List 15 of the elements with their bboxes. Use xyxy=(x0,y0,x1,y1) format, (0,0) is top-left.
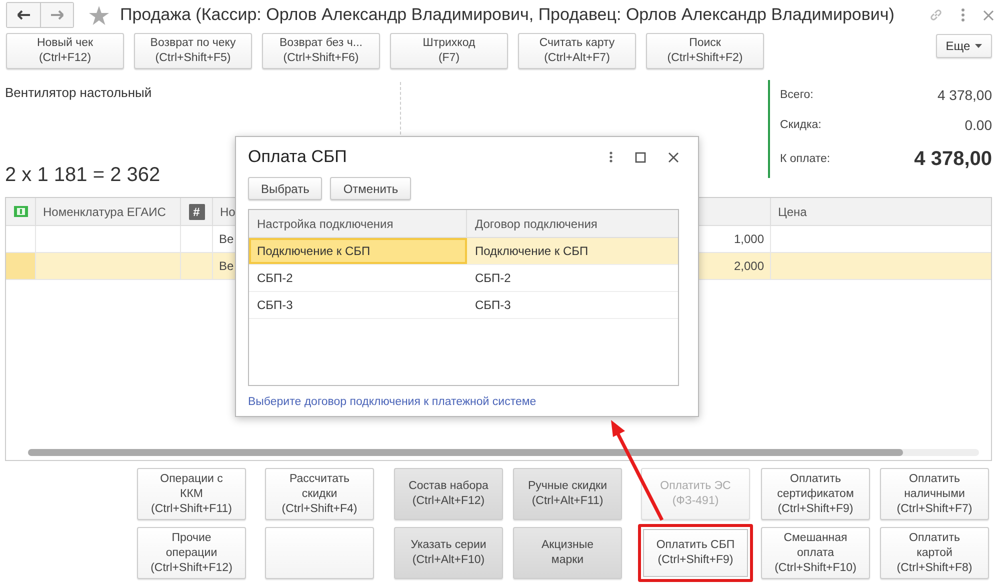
total-label: Скидка: xyxy=(780,119,822,132)
total-value: 0.00 xyxy=(964,117,992,134)
table-cell: Ве xyxy=(219,232,234,246)
table-cell: Ве xyxy=(219,259,234,273)
total-label: Всего: xyxy=(780,89,814,102)
quantity-calculation: 2 x 1 181 = 2 362 xyxy=(5,164,162,187)
total-value: 4 378,00 xyxy=(914,148,992,171)
table-cell: 2,000 xyxy=(734,259,764,273)
total-value: 4 378,00 xyxy=(938,87,992,104)
product-name: Вентилятор настольный xyxy=(5,85,153,100)
window-title: Продажа (Кассир: Орлов Александр Владимирович, Продавец: Орлов Александр Владимирович) xyxy=(120,5,896,25)
total-label: К оплате: xyxy=(780,153,830,166)
number-badge: # xyxy=(188,204,204,220)
dialog-title: Оплата СБП xyxy=(248,147,348,167)
table-cell: 1,000 xyxy=(734,232,764,246)
